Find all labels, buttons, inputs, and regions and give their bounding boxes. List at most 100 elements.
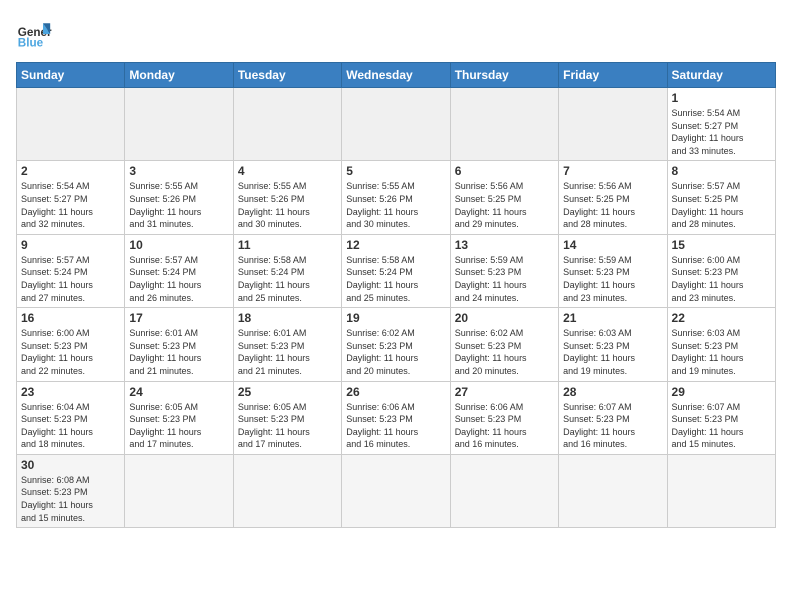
- calendar-cell: 25 Sunrise: 6:05 AM Sunset: 5:23 PM Dayli…: [233, 381, 341, 454]
- day-number: 30: [21, 458, 120, 472]
- day-number: 19: [346, 311, 445, 325]
- calendar-cell: 12 Sunrise: 5:58 AM Sunset: 5:24 PM Dayli…: [342, 234, 450, 307]
- day-number: 5: [346, 164, 445, 178]
- day-info: Sunrise: 5:58 AM Sunset: 5:24 PM Dayligh…: [238, 254, 337, 304]
- calendar-cell: 11 Sunrise: 5:58 AM Sunset: 5:24 PM Dayli…: [233, 234, 341, 307]
- day-number: 28: [563, 385, 662, 399]
- calendar-cell: [233, 454, 341, 527]
- day-number: 2: [21, 164, 120, 178]
- day-info: Sunrise: 6:02 AM Sunset: 5:23 PM Dayligh…: [455, 327, 554, 377]
- calendar-cell: 10 Sunrise: 5:57 AM Sunset: 5:24 PM Dayli…: [125, 234, 233, 307]
- day-number: 12: [346, 238, 445, 252]
- day-info: Sunrise: 6:06 AM Sunset: 5:23 PM Dayligh…: [455, 401, 554, 451]
- day-info: Sunrise: 5:54 AM Sunset: 5:27 PM Dayligh…: [672, 107, 771, 157]
- calendar-cell: 8Sunrise: 5:57 AM Sunset: 5:25 PM Daylig…: [667, 161, 775, 234]
- day-number: 4: [238, 164, 337, 178]
- calendar-cell: [450, 88, 558, 161]
- day-number: 29: [672, 385, 771, 399]
- day-info: Sunrise: 6:03 AM Sunset: 5:23 PM Dayligh…: [672, 327, 771, 377]
- day-number: 16: [21, 311, 120, 325]
- weekday-header-wednesday: Wednesday: [342, 63, 450, 88]
- calendar-cell: 30 Sunrise: 6:08 AM Sunset: 5:23 PM Dayli…: [17, 454, 125, 527]
- calendar-cell: 26Sunrise: 6:06 AM Sunset: 5:23 PM Dayli…: [342, 381, 450, 454]
- weekday-header-row: SundayMondayTuesdayWednesdayThursdayFrid…: [17, 63, 776, 88]
- calendar-cell: 5 Sunrise: 5:55 AM Sunset: 5:26 PM Daylig…: [342, 161, 450, 234]
- calendar-cell: 16 Sunrise: 6:00 AM Sunset: 5:23 PM Dayli…: [17, 308, 125, 381]
- calendar-cell: 27 Sunrise: 6:06 AM Sunset: 5:23 PM Dayli…: [450, 381, 558, 454]
- day-number: 1: [672, 91, 771, 105]
- day-info: Sunrise: 6:05 AM Sunset: 5:23 PM Dayligh…: [129, 401, 228, 451]
- weekday-header-friday: Friday: [559, 63, 667, 88]
- day-info: Sunrise: 5:54 AM Sunset: 5:27 PM Dayligh…: [21, 180, 120, 230]
- day-info: Sunrise: 5:58 AM Sunset: 5:24 PM Dayligh…: [346, 254, 445, 304]
- calendar-row: 2 Sunrise: 5:54 AM Sunset: 5:27 PM Daylig…: [17, 161, 776, 234]
- day-number: 7: [563, 164, 662, 178]
- calendar-cell: 23 Sunrise: 6:04 AM Sunset: 5:23 PM Dayli…: [17, 381, 125, 454]
- day-number: 11: [238, 238, 337, 252]
- calendar-cell: 3Sunrise: 5:55 AM Sunset: 5:26 PM Daylig…: [125, 161, 233, 234]
- day-info: Sunrise: 5:55 AM Sunset: 5:26 PM Dayligh…: [129, 180, 228, 230]
- day-number: 27: [455, 385, 554, 399]
- day-info: Sunrise: 5:55 AM Sunset: 5:26 PM Dayligh…: [238, 180, 337, 230]
- day-number: 9: [21, 238, 120, 252]
- calendar-cell: 9Sunrise: 5:57 AM Sunset: 5:24 PM Daylig…: [17, 234, 125, 307]
- day-number: 6: [455, 164, 554, 178]
- weekday-header-monday: Monday: [125, 63, 233, 88]
- calendar-cell: 4 Sunrise: 5:55 AM Sunset: 5:26 PM Daylig…: [233, 161, 341, 234]
- calendar-cell: 24Sunrise: 6:05 AM Sunset: 5:23 PM Dayli…: [125, 381, 233, 454]
- day-number: 10: [129, 238, 228, 252]
- day-info: Sunrise: 5:57 AM Sunset: 5:24 PM Dayligh…: [129, 254, 228, 304]
- day-number: 18: [238, 311, 337, 325]
- weekday-header-thursday: Thursday: [450, 63, 558, 88]
- logo: General Blue: [16, 16, 52, 52]
- day-info: Sunrise: 5:59 AM Sunset: 5:23 PM Dayligh…: [455, 254, 554, 304]
- day-number: 25: [238, 385, 337, 399]
- calendar-cell: 14 Sunrise: 5:59 AM Sunset: 5:23 PM Dayli…: [559, 234, 667, 307]
- day-info: Sunrise: 6:07 AM Sunset: 5:23 PM Dayligh…: [563, 401, 662, 451]
- calendar-cell: [342, 454, 450, 527]
- day-info: Sunrise: 6:06 AM Sunset: 5:23 PM Dayligh…: [346, 401, 445, 451]
- day-info: Sunrise: 6:02 AM Sunset: 5:23 PM Dayligh…: [346, 327, 445, 377]
- page: General Blue SundayMondayTuesdayWednesda…: [0, 0, 792, 538]
- day-info: Sunrise: 6:04 AM Sunset: 5:23 PM Dayligh…: [21, 401, 120, 451]
- logo-icon: General Blue: [16, 16, 52, 52]
- day-info: Sunrise: 6:05 AM Sunset: 5:23 PM Dayligh…: [238, 401, 337, 451]
- day-info: Sunrise: 6:00 AM Sunset: 5:23 PM Dayligh…: [21, 327, 120, 377]
- day-info: Sunrise: 6:01 AM Sunset: 5:23 PM Dayligh…: [129, 327, 228, 377]
- header: General Blue: [16, 16, 776, 52]
- svg-text:Blue: Blue: [18, 37, 44, 50]
- calendar-cell: [450, 454, 558, 527]
- day-info: Sunrise: 6:07 AM Sunset: 5:23 PM Dayligh…: [672, 401, 771, 451]
- day-info: Sunrise: 5:59 AM Sunset: 5:23 PM Dayligh…: [563, 254, 662, 304]
- day-number: 20: [455, 311, 554, 325]
- calendar-cell: [342, 88, 450, 161]
- calendar-row: 1 Sunrise: 5:54 AM Sunset: 5:27 PM Daylig…: [17, 88, 776, 161]
- day-number: 21: [563, 311, 662, 325]
- weekday-header-sunday: Sunday: [17, 63, 125, 88]
- calendar-cell: 28 Sunrise: 6:07 AM Sunset: 5:23 PM Dayli…: [559, 381, 667, 454]
- calendar-cell: 20 Sunrise: 6:02 AM Sunset: 5:23 PM Dayli…: [450, 308, 558, 381]
- day-number: 23: [21, 385, 120, 399]
- day-number: 14: [563, 238, 662, 252]
- day-info: Sunrise: 6:03 AM Sunset: 5:23 PM Dayligh…: [563, 327, 662, 377]
- day-info: Sunrise: 5:56 AM Sunset: 5:25 PM Dayligh…: [563, 180, 662, 230]
- calendar-row: 23 Sunrise: 6:04 AM Sunset: 5:23 PM Dayli…: [17, 381, 776, 454]
- calendar-cell: 22Sunrise: 6:03 AM Sunset: 5:23 PM Dayli…: [667, 308, 775, 381]
- calendar-cell: 21 Sunrise: 6:03 AM Sunset: 5:23 PM Dayli…: [559, 308, 667, 381]
- calendar-cell: 15Sunrise: 6:00 AM Sunset: 5:23 PM Dayli…: [667, 234, 775, 307]
- calendar-cell: [233, 88, 341, 161]
- weekday-header-saturday: Saturday: [667, 63, 775, 88]
- calendar-cell: [17, 88, 125, 161]
- day-info: Sunrise: 5:57 AM Sunset: 5:25 PM Dayligh…: [672, 180, 771, 230]
- day-number: 13: [455, 238, 554, 252]
- calendar-cell: [559, 88, 667, 161]
- calendar-cell: 2 Sunrise: 5:54 AM Sunset: 5:27 PM Daylig…: [17, 161, 125, 234]
- day-number: 15: [672, 238, 771, 252]
- calendar-cell: 7 Sunrise: 5:56 AM Sunset: 5:25 PM Daylig…: [559, 161, 667, 234]
- calendar-row: 9 Sunrise: 5:57 AM Sunset: 5:24 PM Daylig…: [17, 234, 776, 307]
- day-info: Sunrise: 6:08 AM Sunset: 5:23 PM Dayligh…: [21, 474, 120, 524]
- day-info: Sunrise: 5:55 AM Sunset: 5:26 PM Dayligh…: [346, 180, 445, 230]
- calendar-cell: [125, 454, 233, 527]
- calendar-cell: 17Sunrise: 6:01 AM Sunset: 5:23 PM Dayli…: [125, 308, 233, 381]
- day-info: Sunrise: 6:01 AM Sunset: 5:23 PM Dayligh…: [238, 327, 337, 377]
